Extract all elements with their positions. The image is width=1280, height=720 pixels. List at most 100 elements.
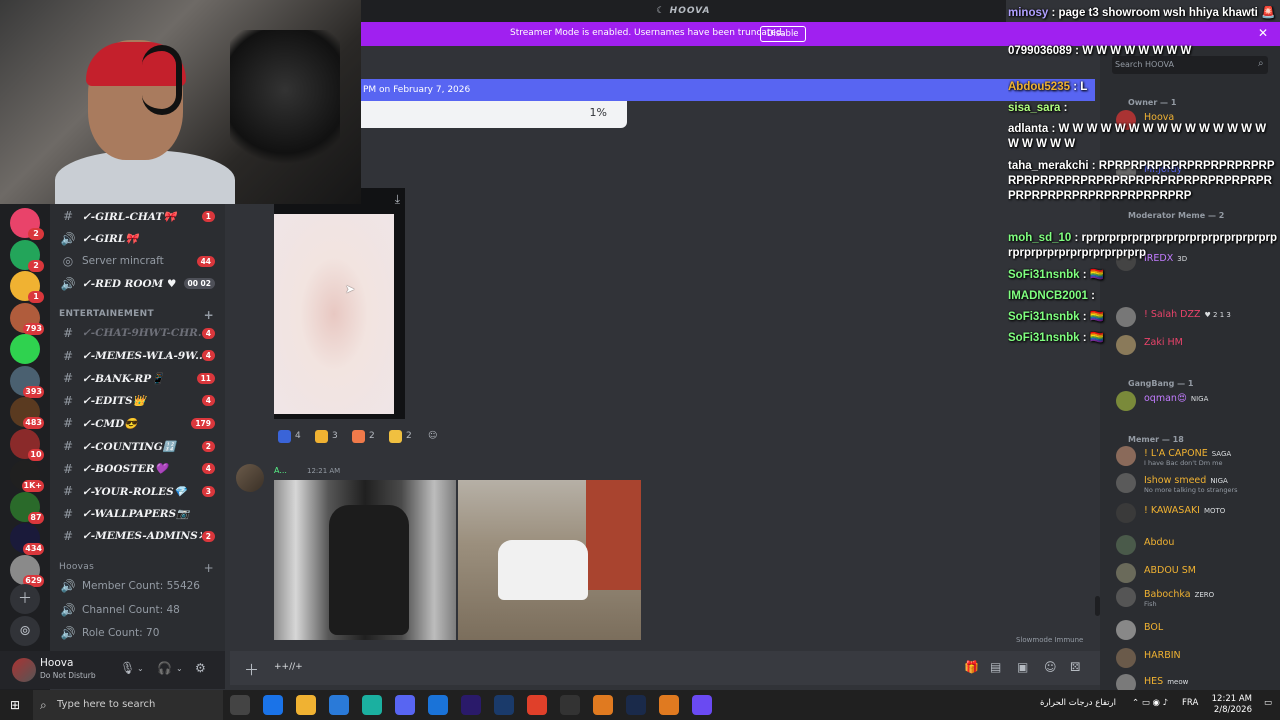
discover-icon[interactable]: ⊚ [10,616,40,646]
taskbar-search[interactable]: ⌕ Type here to search [33,690,223,720]
gift-icon[interactable]: 🎁 [964,660,979,674]
store-icon[interactable] [263,695,283,715]
chevron-down-icon[interactable]: ⌄ [137,664,144,673]
obs-icon[interactable] [560,695,580,715]
photoshop-icon[interactable] [494,695,514,715]
premiere-icon[interactable] [461,695,481,715]
search-icon: ⌕ [40,698,47,712]
member-item[interactable]: ABDOU SM [1114,563,1274,585]
speaker-icon: 🔊 [60,579,76,593]
channel-item[interactable]: # ✓-WALLPAPERS📷 [50,504,225,524]
add-channel-icon[interactable]: + [204,561,214,575]
member-item[interactable]: HES meow [1114,674,1274,690]
gear-icon[interactable]: ⚙ [195,661,206,675]
message-author[interactable]: A... [274,466,287,475]
stat-channel[interactable]: 🔊 Member Count: 55426 [50,576,225,596]
sticker-icon[interactable]: ▣ [1017,660,1028,674]
member-tag: SAGA [1211,450,1232,458]
windows-store-icon[interactable] [329,695,349,715]
server-icon[interactable]: 10 [10,428,44,461]
image-attachment-motorcycle[interactable] [274,480,456,640]
channel-item[interactable]: # ✓-GIRL-CHAT🎀 1 [50,206,225,226]
server-icon[interactable]: 483 [10,397,44,429]
category-hoovas[interactable]: Hoovas + [59,561,214,575]
tray-icons[interactable]: ⌃ ▭ ◉ ♪ [1132,698,1168,708]
channel-item[interactable]: # ✓-MEMES-WLA-9W... 4 [50,346,225,366]
chat-line: moh_sd_10 : rprprprprprprprprprprprprprp… [1008,231,1278,261]
disable-button[interactable]: Disable [760,26,806,42]
channel-item[interactable]: # ✓-BOOSTER💜 4 [50,459,225,479]
reaction-chip[interactable]: 3 [315,428,338,444]
server-icon[interactable]: 1 [10,271,44,303]
outlook-icon[interactable] [428,695,448,715]
weather-label[interactable]: ارتفاع درجات الحرارة [1040,698,1116,708]
category-entertainment[interactable]: ENTERTAINEMENT + [59,308,214,322]
language-indicator[interactable]: FRA [1182,698,1198,708]
app-icon[interactable] [593,695,613,715]
member-item[interactable]: Babochka ZERO Fish [1114,587,1274,609]
channel-item[interactable]: 🔊 ✓-RED ROOM ♥ 00 02 [50,274,225,294]
server-icon[interactable]: 629 [10,554,44,587]
chevron-down-icon[interactable]: ⌄ [176,664,183,673]
discord-alt-icon[interactable] [692,695,712,715]
download-icon[interactable]: ⤓ [395,192,400,207]
server-icon[interactable]: 793 [10,302,44,335]
microphone-icon[interactable]: 🎙 [120,661,135,675]
channel-item[interactable]: # ✓-EDITS👑 4 [50,391,225,411]
gif-icon[interactable]: ▤ [990,660,1001,674]
member-item[interactable]: BOL [1114,620,1274,642]
server-icon[interactable]: 2 [10,208,44,240]
emoji-icon[interactable]: ☺ [1044,660,1057,674]
member-item[interactable]: Abdou [1114,535,1274,557]
image-attachment-car[interactable] [458,480,641,640]
channel-item[interactable]: # ✓-CHAT-9HWT-CHR... 4 [50,323,225,343]
vlc-icon[interactable] [659,695,679,715]
headphones-icon[interactable]: 🎧 [157,661,172,675]
member-item[interactable]: oqman😍 NIGA [1114,391,1274,413]
server-icon[interactable]: 434 [10,523,44,555]
channel-item[interactable]: # ✓-MEMES-ADMINS✕ 2 [50,526,225,546]
clock[interactable]: 12:21 AM 2/8/2026 [1212,694,1252,716]
channel-item[interactable]: # ✓-CMD😎 179 [50,413,225,433]
chat-line: Abdou5235 : L [1008,80,1278,95]
reaction-chip[interactable]: 4 [278,428,301,444]
stat-channel[interactable]: 🔊 Role Count: 70 [50,623,225,643]
avatar[interactable] [12,658,36,682]
windows-start-icon[interactable]: ⊞ [10,698,20,712]
member-item[interactable]: ! KAWASAKI MOTO [1114,503,1274,525]
task-view-icon[interactable] [230,695,250,715]
message-composer[interactable]: ＋ ++//+ 🎁 ▤ ▣ ☺ ⚄ [230,651,1100,685]
channel-item[interactable]: # ✓-YOUR-ROLES💎 3 [50,481,225,501]
server-icon[interactable]: 1K+ [10,460,44,492]
channel-item[interactable]: # ✓-BANK-RP📱 11 [50,368,225,388]
poll-card[interactable]: 1% [361,101,627,128]
add-server-icon[interactable]: ＋ [10,584,40,614]
steam-icon[interactable] [626,695,646,715]
member-item[interactable]: Ishow smeed NIGA No more talking to strang… [1114,473,1274,495]
channel-item[interactable]: # ✓-COUNTING🔢 2 [50,436,225,456]
channel-item[interactable]: 🔊 ✓-GIRL🎀 [50,229,225,249]
chrome-icon[interactable] [527,695,547,715]
reaction-chip[interactable]: 2 [389,428,412,444]
channel-item[interactable]: ◎ Server mincraft 44 [50,251,225,271]
add-channel-icon[interactable]: + [204,308,214,322]
server-icon[interactable] [10,334,40,364]
file-explorer-icon[interactable] [296,695,316,715]
member-item[interactable]: HARBIN [1114,648,1274,670]
video-attachment[interactable]: ⤓ [274,188,405,419]
server-icon[interactable]: 2 [10,239,44,272]
chat-text: page t3 showroom wsh hhiya khawti 🚨 [1058,7,1276,19]
server-icon[interactable]: 87 [10,491,44,524]
reaction-chip[interactable]: 2 [352,428,375,444]
server-icon[interactable]: 393 [10,365,44,398]
composer-input[interactable]: ++//+ [274,662,303,672]
add-attachment-icon[interactable]: ＋ [244,659,259,680]
add-reaction-icon[interactable]: ☺ [428,428,437,444]
edge-icon[interactable] [362,695,382,715]
member-item[interactable]: ! L'A CAPONE SAGA I have Bac don't Dm me [1114,446,1274,468]
avatar[interactable] [236,464,264,492]
discord-icon[interactable] [395,695,415,715]
notification-icon[interactable]: ▭ [1264,698,1272,708]
stat-channel[interactable]: 🔊 Channel Count: 48 [50,600,225,620]
apps-icon[interactable]: ⚄ [1070,660,1080,674]
